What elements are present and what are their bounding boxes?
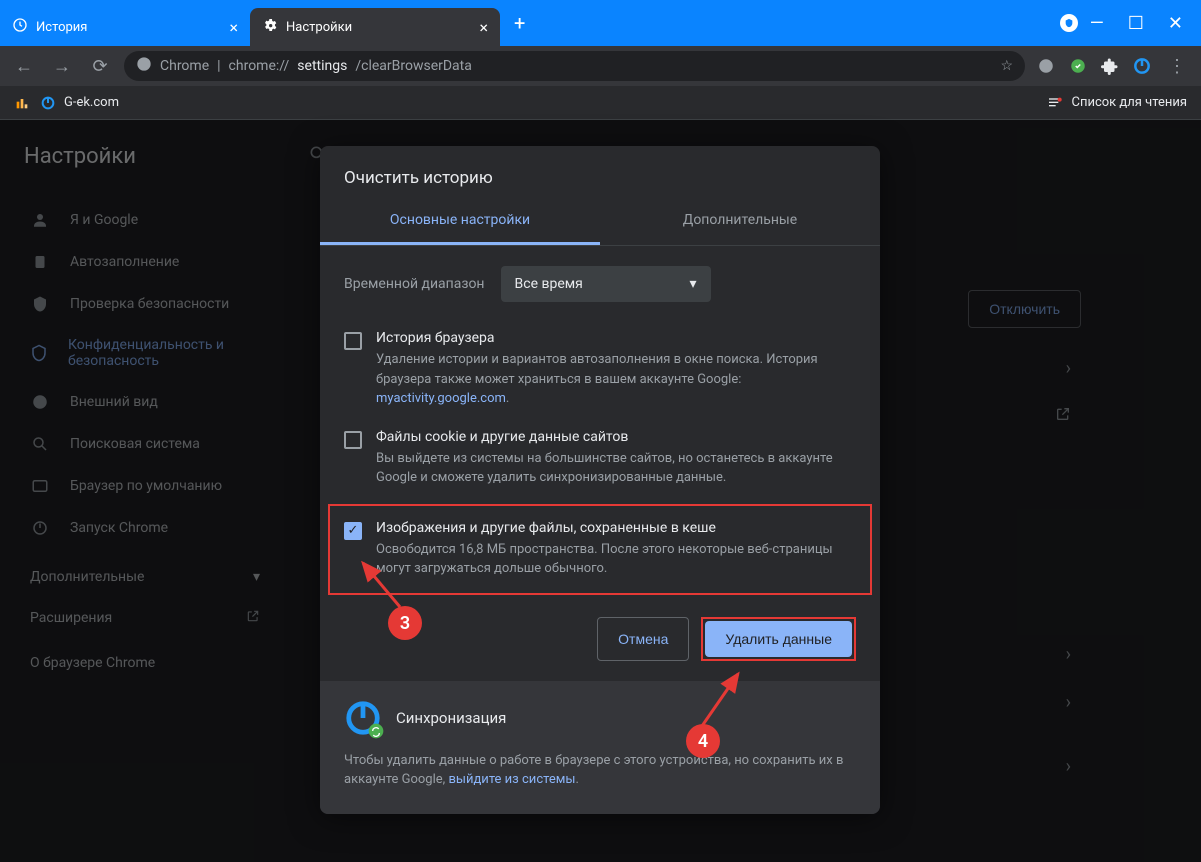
cookies-desc: Вы выйдете из системы на большинстве сай… [376, 449, 856, 488]
reading-list-icon [1047, 95, 1063, 111]
cache-checkbox[interactable]: ✓ [344, 522, 362, 540]
reading-list-label: Список для чтения [1071, 95, 1187, 110]
account-badge-icon[interactable] [1060, 14, 1078, 32]
sync-label: Синхронизация [396, 709, 506, 727]
site-icon [14, 95, 30, 111]
bookmark-item[interactable]: G-ek.com [40, 95, 119, 111]
maximize-button[interactable]: ☐ [1128, 13, 1144, 34]
cache-title: Изображения и другие файлы, сохраненные … [376, 520, 856, 536]
cookies-checkbox-row: Файлы cookie и другие данные сайтов Вы в… [320, 421, 880, 500]
tab-history[interactable]: История × [0, 8, 250, 46]
annotation-badge-4: 4 [686, 724, 720, 758]
url-bright: settings [297, 58, 347, 74]
reading-list-button[interactable]: Список для чтения [1047, 95, 1187, 111]
tab-label: История [36, 20, 87, 35]
url-part: /clearBrowserData [355, 58, 472, 74]
bookmark-item[interactable] [14, 95, 30, 111]
address-bar[interactable]: Chrome | chrome://settings/clearBrowserD… [124, 51, 1025, 81]
clear-browsing-data-dialog: Очистить историю Основные настройки Допо… [320, 146, 880, 814]
tab-basic[interactable]: Основные настройки [320, 198, 600, 245]
chrome-menu-button[interactable]: ⋮ [1163, 56, 1191, 77]
history-checkbox[interactable] [344, 332, 362, 350]
tab-settings[interactable]: Настройки × [250, 8, 500, 46]
delete-button-highlight: Удалить данные [701, 617, 856, 661]
site-icon [40, 95, 56, 111]
back-button[interactable]: ← [10, 56, 38, 77]
window-titlebar: История × Настройки × + — ☐ ✕ [0, 0, 1201, 46]
bookmark-label: G-ek.com [64, 95, 119, 110]
myactivity-link[interactable]: myactivity.google.com [376, 391, 506, 406]
extension-icon[interactable] [1131, 55, 1153, 77]
reload-button[interactable]: ⟳ [86, 56, 114, 77]
dialog-title: Очистить историю [320, 146, 880, 198]
site-info-icon[interactable] [136, 56, 152, 76]
url-prefix: Chrome [160, 58, 209, 74]
dialog-tabs: Основные настройки Дополнительные [320, 198, 880, 246]
sync-desc: Чтобы удалить данные о работе в браузере… [344, 751, 856, 790]
cancel-button[interactable]: Отмена [597, 617, 689, 661]
extensions-puzzle-icon[interactable] [1099, 55, 1121, 77]
history-icon [12, 17, 28, 37]
url-part: chrome:// [229, 58, 290, 74]
close-icon[interactable]: × [479, 18, 488, 37]
time-range-value: Все время [515, 276, 583, 292]
bookmarks-bar: G-ek.com Список для чтения [0, 86, 1201, 120]
cache-desc: Освободится 16,8 МБ пространства. После … [376, 540, 856, 579]
history-desc: Удаление истории и вариантов автозаполне… [376, 350, 856, 409]
time-range-label: Временной диапазон [344, 276, 485, 292]
cookies-checkbox[interactable] [344, 431, 362, 449]
history-checkbox-row: История браузера Удаление истории и вари… [320, 322, 880, 421]
sync-badge-icon [368, 723, 384, 739]
browser-toolbar: ← → ⟳ Chrome | chrome://settings/clearBr… [0, 46, 1201, 86]
bookmark-star-icon[interactable]: ☆ [1000, 58, 1013, 74]
cache-checkbox-row: ✓ Изображения и другие файлы, сохраненны… [328, 504, 872, 595]
sign-out-link[interactable]: выйдите из системы [448, 772, 575, 787]
close-window-button[interactable]: ✕ [1168, 13, 1183, 34]
close-icon[interactable]: × [229, 18, 238, 37]
forward-button[interactable]: → [48, 56, 76, 77]
sync-icon [344, 699, 382, 737]
window-controls: — ☐ ✕ [1090, 0, 1201, 46]
delete-data-button[interactable]: Удалить данные [705, 621, 852, 657]
cookies-title: Файлы cookie и другие данные сайтов [376, 429, 856, 445]
tab-advanced[interactable]: Дополнительные [600, 198, 880, 245]
annotation-badge-3: 3 [388, 606, 422, 640]
new-tab-button[interactable]: + [514, 11, 525, 35]
tab-label: Настройки [286, 20, 352, 35]
time-range-select[interactable]: Все время ▾ [501, 266, 711, 302]
extension-icon[interactable] [1035, 55, 1057, 77]
minimize-button[interactable]: — [1090, 13, 1104, 34]
history-title: История браузера [376, 330, 856, 346]
chevron-down-icon: ▾ [689, 276, 696, 292]
extension-icon[interactable] [1067, 55, 1089, 77]
sync-panel: Синхронизация Чтобы удалить данные о раб… [320, 681, 880, 814]
gear-icon [262, 17, 278, 37]
time-range-row: Временной диапазон Все время ▾ [320, 246, 880, 322]
